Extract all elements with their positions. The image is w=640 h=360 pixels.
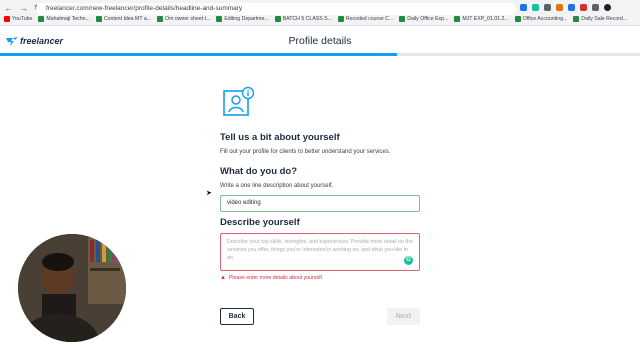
puzzle-icon[interactable] [592, 4, 599, 11]
bookmark-label: MJT EXP_01.01.2... [462, 16, 509, 22]
headline-value: video editing [227, 200, 261, 206]
sheets-icon [337, 16, 344, 22]
page-header: freelancer Profile details [0, 27, 640, 54]
youtube-icon [4, 16, 10, 22]
sheets-icon [157, 16, 164, 22]
headline-question: What do you do? [220, 166, 298, 177]
bookmark-item[interactable]: Daily Office Exp... [399, 16, 448, 22]
bookmark-label: Mahatmaji Techn... [46, 16, 90, 22]
bookmark-label: Editing Departme... [224, 16, 269, 22]
extension-icon[interactable] [544, 4, 551, 11]
extension-icon[interactable] [520, 4, 527, 11]
back-arrow-icon[interactable]: ← [4, 3, 13, 14]
bookmark-item[interactable]: Content Idea MT a... [95, 16, 152, 22]
address-bar[interactable]: freelancer.com/new-freelancer/profile-de… [36, 3, 516, 15]
bookmark-label: Daily Sale Record... [581, 16, 628, 22]
forward-arrow-icon[interactable]: → [19, 3, 28, 14]
grammarly-icon[interactable] [532, 4, 539, 11]
bookmarks-bar: YouTube Mahatmaji Techn... Content Idea MT… [4, 16, 627, 22]
extensions-row [520, 4, 611, 11]
error-text: Please enter more details about yourself… [228, 275, 324, 281]
profile-card-icon [223, 86, 254, 116]
warning-icon: ▲ [220, 275, 226, 281]
bookmark-label: Daily Office Exp... [407, 16, 449, 22]
bookmark-item[interactable]: Editing Departme... [216, 16, 269, 22]
sheets-icon [38, 16, 45, 22]
bookmark-label: BATCH 5 CLASS S... [282, 16, 332, 22]
bookmark-item[interactable]: Recoded course C... [337, 16, 394, 22]
url-text: freelancer.com/new-freelancer/profile-de… [46, 5, 243, 12]
extension-icon[interactable] [556, 4, 563, 11]
sheets-icon [399, 16, 406, 22]
presenter-video-image [18, 234, 126, 342]
summary-textarea[interactable]: Describe your top skills, strengths, and… [220, 233, 420, 271]
summary-error: ▲ Please enter more details about yourse… [220, 275, 323, 281]
headline-input[interactable]: video editing [220, 195, 420, 212]
next-button[interactable]: Next [387, 308, 420, 325]
webcam-overlay [18, 234, 126, 342]
grammarly-icon[interactable]: G [404, 256, 413, 265]
bookmark-item[interactable]: Daily Sale Record... [573, 16, 627, 22]
sheets-icon [573, 16, 580, 22]
bookmark-item[interactable]: YouTube [4, 16, 32, 22]
extension-icon[interactable] [568, 4, 575, 11]
avatar[interactable] [604, 4, 611, 11]
browser-toolbar: ← → ↻ freelancer.com/new-freelancer/prof… [0, 0, 640, 26]
sheets-icon [216, 16, 223, 22]
sheets-icon [274, 16, 281, 22]
progress-fill [0, 53, 397, 56]
page-title: Profile details [288, 35, 352, 47]
bookmark-item[interactable]: Office Accounting... [514, 16, 568, 22]
bookmark-label: Office Accounting... [522, 16, 568, 22]
sheets-icon [95, 16, 102, 22]
bookmark-item[interactable]: BATCH 5 CLASS S... [274, 16, 332, 22]
progress-bar [0, 53, 640, 56]
extension-icon[interactable] [580, 4, 587, 11]
back-button[interactable]: Back [220, 308, 254, 325]
mouse-cursor-icon: ➤ [206, 190, 212, 197]
summary-question: Describe yourself [220, 217, 300, 228]
bookmark-label: YouTube [12, 16, 33, 22]
form-heading: Tell us a bit about yourself [220, 132, 340, 143]
sheets-icon [454, 16, 461, 22]
headline-hint: Write a one line description about yours… [220, 183, 334, 189]
form-subheading: Fill out your profile for clients to bet… [220, 149, 391, 155]
summary-placeholder: Describe your top skills, strengths, and… [227, 239, 413, 261]
bookmark-label: Om owner sheet t... [165, 16, 211, 22]
bookmark-item[interactable]: Mahatmaji Techn... [38, 16, 90, 22]
bookmark-item[interactable]: Om owner sheet t... [157, 16, 210, 22]
bookmark-label: Content Idea MT a... [103, 16, 152, 22]
sheets-icon [514, 16, 521, 22]
bookmark-label: Recoded course C... [345, 16, 394, 22]
bookmark-item[interactable]: MJT EXP_01.01.2... [454, 16, 509, 22]
